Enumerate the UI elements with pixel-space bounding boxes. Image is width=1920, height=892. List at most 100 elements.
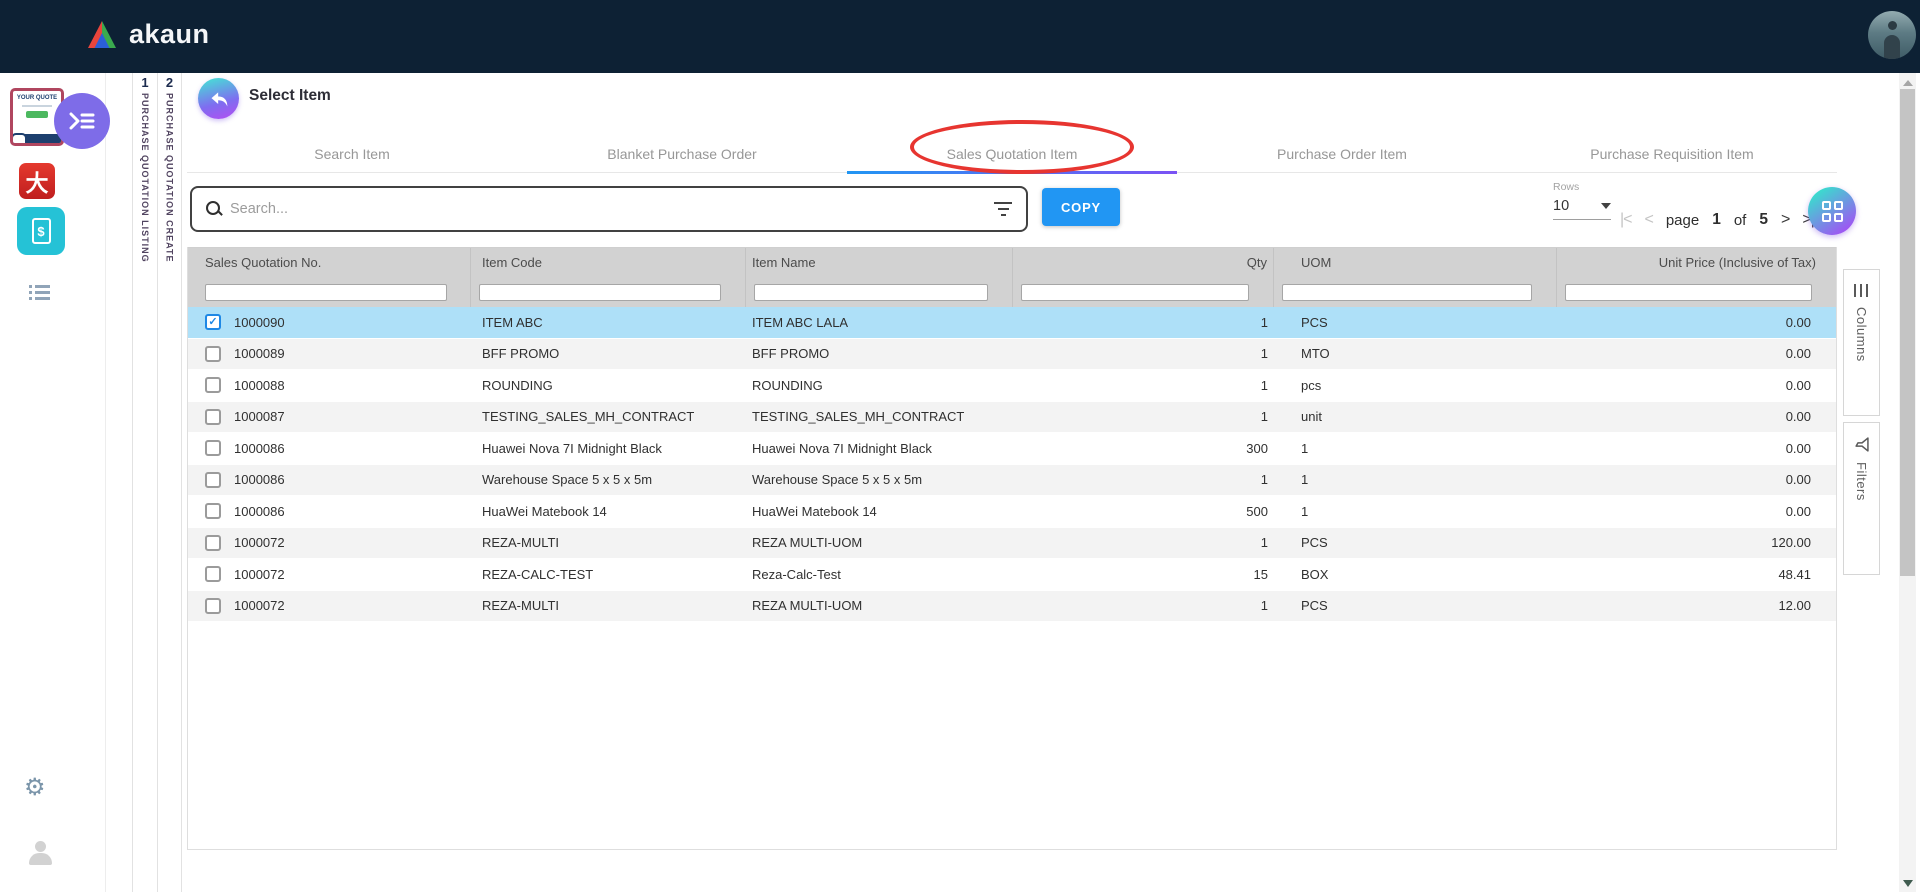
rows-per-page-select[interactable]: Rows 10	[1553, 181, 1611, 220]
filter-input-item-name[interactable]	[754, 284, 988, 301]
cell-item-name: BFF PROMO	[746, 346, 1013, 361]
expand-drawer-button[interactable]	[54, 93, 110, 149]
col-header-sales-quotation-no[interactable]: Sales Quotation No.	[188, 248, 471, 277]
row-checkbox[interactable]: ✓	[205, 440, 221, 456]
filter-input-item-code[interactable]	[479, 284, 721, 301]
filters-panel-tab[interactable]: Filters	[1843, 422, 1880, 575]
cell-item-code: Huawei Nova 7I Midnight Black	[471, 441, 746, 456]
cell-sales-quotation-no: 1000089	[224, 346, 471, 361]
scroll-up-arrow-icon[interactable]	[1903, 80, 1913, 86]
grid-view-button[interactable]	[1808, 187, 1856, 235]
row-checkbox[interactable]: ✓	[205, 535, 221, 551]
col-header-item-name[interactable]: Item Name	[746, 248, 1013, 277]
tab-purchase-order-item[interactable]: Purchase Order Item	[1177, 135, 1507, 172]
filter-input-qty[interactable]	[1021, 284, 1249, 301]
step-tab-1[interactable]: 1 PURCHASE QUOTATION LISTING	[132, 73, 157, 892]
search-input[interactable]	[230, 201, 994, 217]
profile-person-icon[interactable]	[28, 841, 54, 865]
cell-qty: 300	[1013, 441, 1274, 456]
cell-sales-quotation-no: 1000072	[224, 535, 471, 550]
col-header-qty[interactable]: Qty	[1013, 248, 1274, 277]
cell-item-code: BFF PROMO	[471, 346, 746, 361]
hand-pointer-icon	[11, 133, 27, 145]
cell-item-code: REZA-CALC-TEST	[471, 567, 746, 582]
cell-item-code: ITEM ABC	[471, 315, 746, 330]
copy-button[interactable]: COPY	[1042, 188, 1120, 226]
table-row[interactable]: ✓ 1000088 ROUNDING ROUNDING 1 pcs 0.00	[188, 370, 1836, 402]
page-title: Select Item	[249, 87, 331, 105]
col-header-uom[interactable]: UOM	[1274, 248, 1557, 277]
table-row[interactable]: ✓ 1000086 Huawei Nova 7I Midnight Black …	[188, 433, 1836, 465]
funnel-icon	[1854, 437, 1869, 452]
row-checkbox[interactable]: ✓	[205, 598, 221, 614]
table-row[interactable]: ✓ 1000086 HuaWei Matebook 14 HuaWei Mate…	[188, 496, 1836, 528]
tab-search-item[interactable]: Search Item	[187, 135, 517, 172]
cell-uom: pcs	[1274, 378, 1557, 393]
step-tab-2[interactable]: 2 PURCHASE QUOTATION CREATE	[157, 73, 182, 892]
cell-unit-price: 120.00	[1557, 535, 1836, 550]
col-header-item-code[interactable]: Item Code	[471, 248, 746, 277]
table-row[interactable]: ✓ 1000087 TESTING_SALES_MH_CONTRACT TEST…	[188, 402, 1836, 434]
cell-item-name: ITEM ABC LALA	[746, 315, 1013, 330]
col-header-unit-price[interactable]: Unit Price (Inclusive of Tax)	[1557, 248, 1836, 277]
row-checkbox[interactable]: ✓	[205, 409, 221, 425]
tab-purchase-requisition-item[interactable]: Purchase Requisition Item	[1507, 135, 1837, 172]
items-table: Sales Quotation No. Item Code Item Name …	[187, 247, 1837, 850]
cell-uom: 1	[1274, 472, 1557, 487]
list-menu-icon[interactable]	[29, 285, 51, 303]
cell-item-name: REZA MULTI-UOM	[746, 598, 1013, 613]
vertical-scrollbar[interactable]	[1899, 73, 1916, 892]
cell-uom: 1	[1274, 441, 1557, 456]
sidebar-app-billing-icon[interactable]: $	[17, 207, 65, 255]
filter-list-icon[interactable]	[994, 202, 1012, 216]
cell-item-code: Warehouse Space 5 x 5 x 5m	[471, 472, 746, 487]
tab-sales-quotation-item[interactable]: Sales Quotation Item	[847, 135, 1177, 172]
row-checkbox[interactable]: ✓	[205, 314, 221, 330]
next-page-button[interactable]: >	[1781, 211, 1789, 229]
table-row[interactable]: ✓ 1000072 REZA-CALC-TEST Reza-Calc-Test …	[188, 559, 1836, 591]
cell-uom: PCS	[1274, 315, 1557, 330]
tab-bar: Search Item Blanket Purchase Order Sales…	[187, 135, 1837, 173]
brand-logo[interactable]: akaun	[85, 19, 210, 50]
tab-blanket-purchase-order[interactable]: Blanket Purchase Order	[517, 135, 847, 172]
first-page-button[interactable]: |<	[1620, 211, 1632, 229]
row-checkbox[interactable]: ✓	[205, 503, 221, 519]
table-row[interactable]: ✓ 1000072 REZA-MULTI REZA MULTI-UOM 1 PC…	[188, 528, 1836, 560]
sidebar-app-red-icon[interactable]: 大	[19, 163, 55, 199]
filter-input-uom[interactable]	[1282, 284, 1532, 301]
cell-sales-quotation-no: 1000090	[224, 315, 471, 330]
cell-sales-quotation-no: 1000072	[224, 598, 471, 613]
cell-uom: PCS	[1274, 535, 1557, 550]
scroll-down-arrow-icon[interactable]	[1903, 880, 1913, 887]
filter-input-unit-price[interactable]	[1565, 284, 1812, 301]
cell-qty: 1	[1013, 598, 1274, 613]
row-checkbox[interactable]: ✓	[205, 566, 221, 582]
cell-uom: BOX	[1274, 567, 1557, 582]
row-checkbox[interactable]: ✓	[205, 346, 221, 362]
total-pages: 5	[1759, 211, 1768, 229]
cell-qty: 15	[1013, 567, 1274, 582]
cell-uom: MTO	[1274, 346, 1557, 361]
table-row[interactable]: ✓ 1000090 ITEM ABC ITEM ABC LALA 1 PCS 0…	[188, 307, 1836, 339]
cell-item-code: TESTING_SALES_MH_CONTRACT	[471, 409, 746, 424]
row-checkbox[interactable]: ✓	[205, 472, 221, 488]
filter-input-sales-quotation-no[interactable]	[205, 284, 447, 301]
back-button[interactable]	[198, 78, 239, 119]
cell-item-name: Huawei Nova 7I Midnight Black	[746, 441, 1013, 456]
table-row[interactable]: ✓ 1000086 Warehouse Space 5 x 5 x 5m War…	[188, 465, 1836, 497]
prev-page-button[interactable]: <	[1645, 211, 1653, 229]
tab-label: Purchase Requisition Item	[1590, 146, 1753, 162]
cell-unit-price: 0.00	[1557, 346, 1836, 361]
cell-sales-quotation-no: 1000087	[224, 409, 471, 424]
cell-sales-quotation-no: 1000086	[224, 472, 471, 487]
columns-panel-tab[interactable]: Columns	[1843, 269, 1880, 416]
user-avatar[interactable]	[1868, 11, 1916, 59]
cell-qty: 1	[1013, 346, 1274, 361]
table-row[interactable]: ✓ 1000089 BFF PROMO BFF PROMO 1 MTO 0.00	[188, 339, 1836, 371]
settings-gear-icon[interactable]: ⚙	[24, 773, 46, 802]
cell-qty: 1	[1013, 378, 1274, 393]
scrollbar-thumb[interactable]	[1900, 89, 1915, 576]
row-checkbox[interactable]: ✓	[205, 377, 221, 393]
table-row[interactable]: ✓ 1000072 REZA-MULTI REZA MULTI-UOM 1 PC…	[188, 591, 1836, 623]
top-navbar: akaun	[0, 0, 1920, 73]
